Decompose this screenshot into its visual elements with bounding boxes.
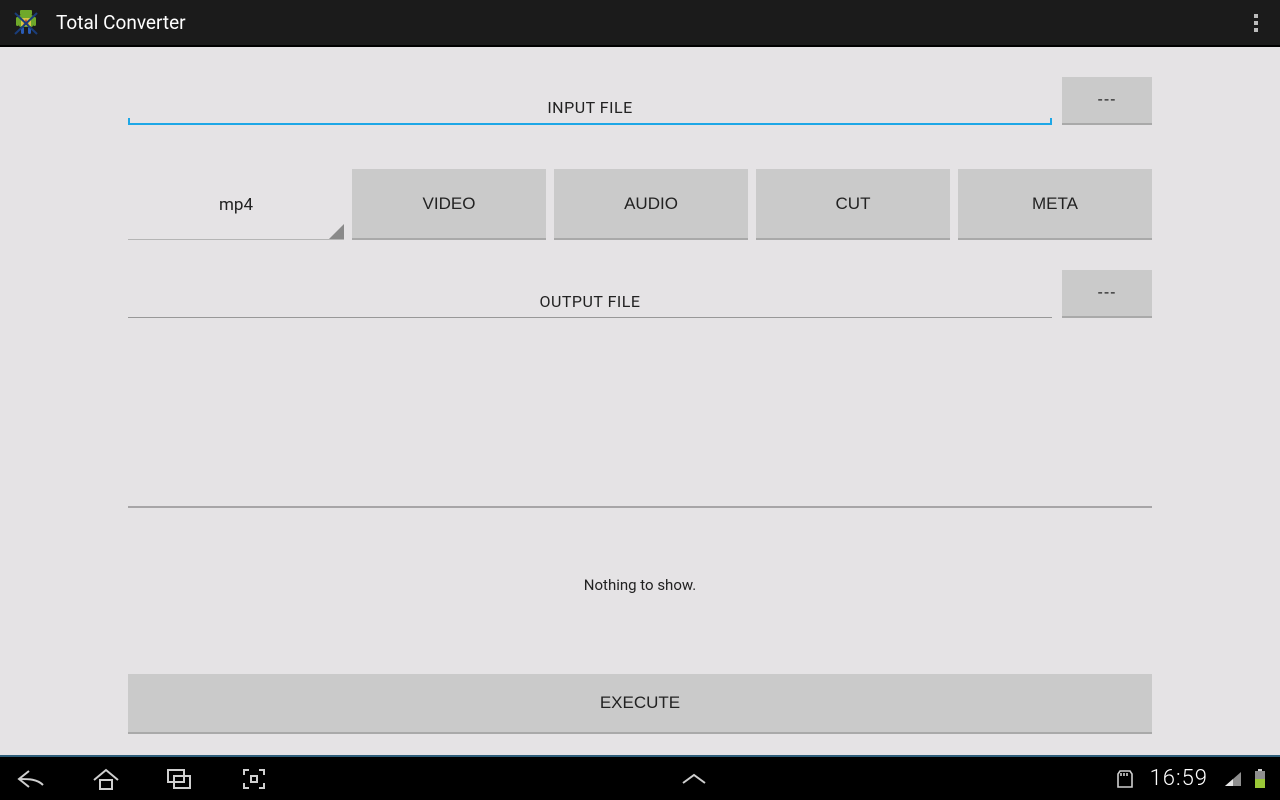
audio-tab-button[interactable]: AUDIO xyxy=(554,169,748,240)
battery-icon xyxy=(1252,764,1268,794)
overflow-menu-icon[interactable] xyxy=(1240,7,1272,39)
system-nav-bar: 16:59 xyxy=(0,755,1280,800)
back-icon[interactable] xyxy=(12,764,52,794)
input-file-field[interactable]: INPUT FILE xyxy=(128,98,1052,125)
sd-card-icon xyxy=(1114,764,1136,794)
execute-button[interactable]: EXECUTE xyxy=(128,674,1152,734)
content-area: INPUT FILE --- mp4 VIDEO AUDIO CUT META … xyxy=(0,47,1280,755)
cut-tab-button[interactable]: CUT xyxy=(756,169,950,240)
format-spinner[interactable]: mp4 xyxy=(128,169,344,240)
action-bar: Total Converter xyxy=(0,0,1280,47)
format-spinner-value: mp4 xyxy=(219,195,253,215)
video-tab-button[interactable]: VIDEO xyxy=(352,169,546,240)
status-text: Nothing to show. xyxy=(128,576,1152,594)
app-title: Total Converter xyxy=(56,11,186,34)
screen: Total Converter INPUT FILE --- mp4 VIDEO… xyxy=(0,0,1280,800)
status-clock: 16:59 xyxy=(1150,766,1208,791)
output-file-picker-button[interactable]: --- xyxy=(1062,270,1152,318)
format-tabs-row: mp4 VIDEO AUDIO CUT META xyxy=(128,169,1152,240)
app-icon xyxy=(10,7,42,39)
input-file-picker-button[interactable]: --- xyxy=(1062,77,1152,125)
meta-tab-button[interactable]: META xyxy=(958,169,1152,240)
output-file-field[interactable]: OUTPUT FILE xyxy=(128,292,1052,318)
input-file-row: INPUT FILE --- xyxy=(128,77,1152,125)
home-icon[interactable] xyxy=(86,764,126,794)
dropdown-indicator-icon xyxy=(328,224,344,240)
divider xyxy=(128,506,1152,508)
output-file-row: OUTPUT FILE --- xyxy=(128,270,1152,318)
screenshot-icon[interactable] xyxy=(234,764,274,794)
expand-up-icon[interactable] xyxy=(674,764,714,794)
recent-apps-icon[interactable] xyxy=(160,764,200,794)
signal-icon xyxy=(1222,764,1244,794)
